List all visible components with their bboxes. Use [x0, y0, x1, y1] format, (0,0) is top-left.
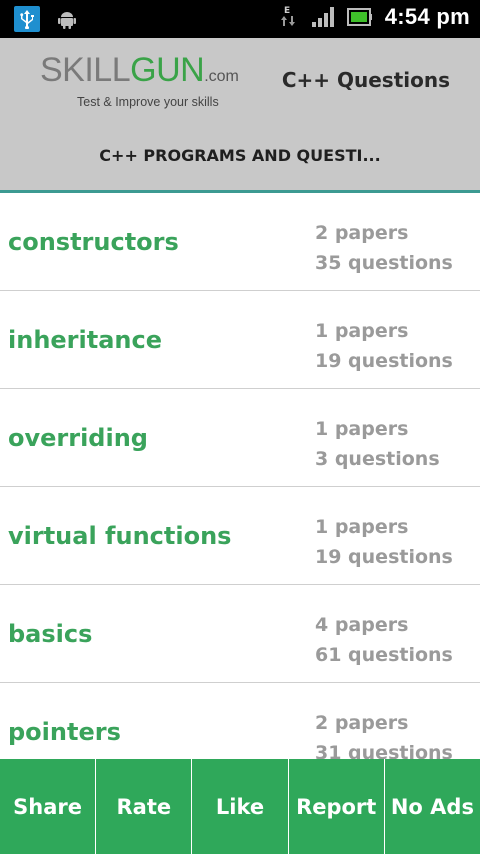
topic-stats: 1 papers 19 questions: [315, 512, 453, 572]
rate-button[interactable]: Rate: [96, 759, 193, 854]
logo-wordmark: SKILLGUN.com: [40, 52, 262, 95]
like-button[interactable]: Like: [192, 759, 289, 854]
topic-row-pointers[interactable]: pointers 2 papers 31 questions: [0, 683, 480, 759]
topic-row-overriding[interactable]: overriding 1 papers 3 questions: [0, 389, 480, 487]
system-status: E 4:54 pm: [279, 4, 470, 30]
topic-papers: 4 papers: [315, 614, 409, 636]
page-title: C++ Questions: [281, 68, 450, 92]
topic-list[interactable]: constructors 2 papers 35 questions inher…: [0, 193, 480, 759]
svg-text:E: E: [284, 6, 290, 16]
topic-name: inheritance: [8, 326, 162, 354]
topic-questions: 31 questions: [315, 742, 453, 759]
topic-questions: 19 questions: [315, 350, 453, 372]
signal-icon: [311, 7, 334, 27]
battery-icon: [346, 8, 372, 26]
usb-icon: [14, 6, 40, 32]
logo-domain: .com: [204, 68, 239, 85]
share-button[interactable]: Share: [0, 759, 97, 854]
skillgun-logo[interactable]: SKILLGUN.com Test & Improve your skills: [40, 52, 262, 109]
clock: 4:54 pm: [384, 4, 470, 29]
status-bar: E 4:54 pm: [0, 0, 480, 38]
topic-row-constructors[interactable]: constructors 2 papers 35 questions: [0, 193, 480, 291]
bottom-action-bar: Share Rate Like Report No Ads: [0, 759, 480, 854]
topic-papers: 2 papers: [315, 222, 409, 244]
topic-papers: 1 papers: [315, 320, 409, 342]
topic-papers: 2 papers: [315, 712, 409, 734]
topic-row-inheritance[interactable]: inheritance 1 papers 19 questions: [0, 291, 480, 389]
topic-papers: 1 papers: [315, 418, 409, 440]
topic-stats: 1 papers 3 questions: [315, 414, 440, 474]
report-button[interactable]: Report: [289, 759, 385, 854]
data-transfer-icon: E: [279, 4, 299, 30]
notification-icons: [14, 6, 78, 32]
no-ads-button[interactable]: No Ads: [385, 759, 480, 854]
app-header: SKILLGUN.com Test & Improve your skills …: [0, 38, 480, 190]
logo-part-skill: SKILL: [40, 51, 131, 89]
topic-stats: 2 papers 31 questions: [315, 708, 453, 759]
topic-papers: 1 papers: [315, 516, 409, 538]
topic-name: basics: [8, 620, 93, 648]
section-subtitle: C++ PROGRAMS AND QUESTI...: [99, 146, 381, 165]
logo-tagline: Test & Improve your skills: [77, 95, 219, 109]
topic-stats: 1 papers 19 questions: [315, 316, 453, 376]
topic-questions: 61 questions: [315, 644, 453, 666]
topic-name: pointers: [8, 718, 121, 746]
topic-stats: 4 papers 61 questions: [315, 610, 453, 670]
topic-stats: 2 papers 35 questions: [315, 218, 453, 278]
topic-row-basics[interactable]: basics 4 papers 61 questions: [0, 585, 480, 683]
topic-questions: 19 questions: [315, 546, 453, 568]
topic-row-virtual-functions[interactable]: virtual functions 1 papers 19 questions: [0, 487, 480, 585]
logo-part-gun: GUN: [130, 51, 205, 89]
topic-questions: 3 questions: [315, 448, 440, 470]
topic-name: virtual functions: [8, 522, 232, 550]
topic-name: overriding: [8, 424, 148, 452]
topic-name: constructors: [8, 228, 179, 256]
topic-questions: 35 questions: [315, 252, 453, 274]
android-icon: [56, 8, 78, 30]
